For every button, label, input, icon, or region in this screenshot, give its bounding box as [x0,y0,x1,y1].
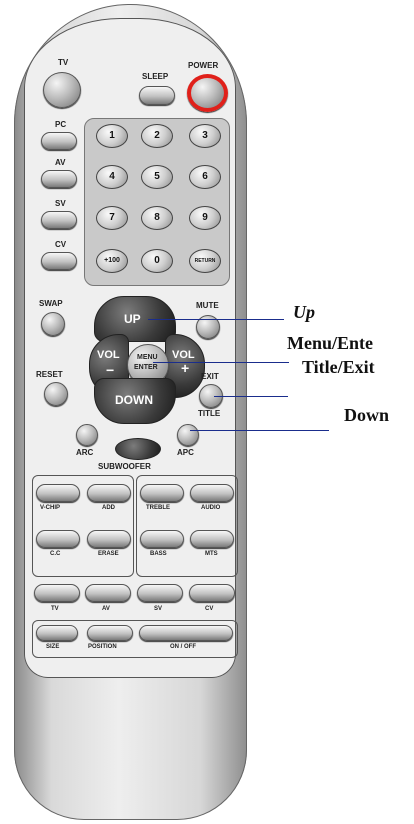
arc-button[interactable] [76,424,98,446]
mts-label: MTS [205,551,218,557]
menu-enter-callout-label: Menu/Ente [287,333,374,353]
up-callout-label: Up [293,302,315,322]
apc-label: APC [177,448,194,457]
power-button[interactable] [187,74,228,112]
mute-label: MUTE [196,301,219,310]
keypad-9[interactable]: 9 [189,206,221,230]
swap-button[interactable] [41,312,65,336]
vol-down-sign: − [106,362,115,378]
cc-label: C.C [50,551,61,557]
size-label: SIZE [46,644,60,650]
source-cv-button[interactable] [189,584,235,602]
arc-label: ARC [76,448,94,457]
up-button-label: UP [124,312,141,326]
power-label: POWER [188,61,219,70]
reset-label: RESET [36,370,63,379]
add-label: ADD [102,505,115,511]
vchip-label: V-CHIP [40,505,61,511]
erase-label: ERASE [98,551,119,557]
av-button[interactable] [41,170,77,188]
title-exit-callout-label: Title/Exit [302,357,375,377]
keypad-8[interactable]: 8 [141,206,173,230]
position-label: POSITION [88,644,117,650]
exit-label: EXIT [201,372,219,381]
keypad-3[interactable]: 3 [189,124,221,148]
subwoofer-button[interactable] [115,438,161,460]
audio-button[interactable] [190,484,234,502]
remote-control-face [24,18,236,678]
treble-label: TREBLE [146,505,170,511]
erase-button[interactable] [87,530,131,548]
mts-button[interactable] [190,530,234,548]
title-exit-callout-line [214,396,288,397]
onoff-label: ON / OFF [170,644,196,650]
sv-label: SV [55,199,66,208]
down-button-label: DOWN [115,393,153,407]
keypad-4[interactable]: 4 [96,165,128,189]
menu-label: MENU [137,354,158,361]
cv-label: CV [55,240,67,249]
vchip-button[interactable] [36,484,80,502]
down-callout-label: Down [344,405,390,425]
keypad-0[interactable]: 0 [141,249,173,273]
keypad-7[interactable]: 7 [96,206,128,230]
av-label: AV [55,158,66,167]
keypad-plus100[interactable]: +100 [96,249,128,273]
sv-button[interactable] [41,211,77,229]
size-button[interactable] [36,625,78,641]
position-button[interactable] [87,625,133,641]
menu-enter-callout-line [153,362,289,363]
tv-label: TV [58,58,69,67]
onoff-button[interactable] [139,625,233,641]
cv-button[interactable] [41,252,77,270]
keypad-5[interactable]: 5 [141,165,173,189]
source-av-button[interactable] [85,584,131,602]
enter-label: ENTER [134,364,158,371]
apc-button[interactable] [177,424,199,446]
pc-label: PC [55,120,67,129]
source-av-label: AV [102,606,110,612]
bass-label: BASS [150,551,167,557]
vol-down-label: VOL [97,349,120,361]
source-sv-button[interactable] [137,584,183,602]
tv-button[interactable] [43,72,81,108]
bass-button[interactable] [140,530,184,548]
source-cv-label: CV [205,606,214,612]
sleep-label: SLEEP [142,72,169,81]
treble-button[interactable] [140,484,184,502]
keypad-return[interactable]: RETURN [189,249,221,273]
source-sv-label: SV [154,606,163,612]
title-label: TITLE [198,409,221,418]
sleep-button[interactable] [139,86,175,105]
add-button[interactable] [87,484,131,502]
swap-label: SWAP [39,299,63,308]
source-tv-label: TV [51,606,59,612]
audio-label: AUDIO [201,505,221,511]
down-callout-line [190,430,329,431]
subwoofer-label: SUBWOOFER [98,462,151,471]
keypad-1[interactable]: 1 [96,124,128,148]
cc-button[interactable] [36,530,80,548]
pc-button[interactable] [41,132,77,150]
keypad-6[interactable]: 6 [189,165,221,189]
keypad-2[interactable]: 2 [141,124,173,148]
up-callout-line [148,319,284,320]
reset-button[interactable] [44,382,68,406]
source-tv-button[interactable] [34,584,80,602]
